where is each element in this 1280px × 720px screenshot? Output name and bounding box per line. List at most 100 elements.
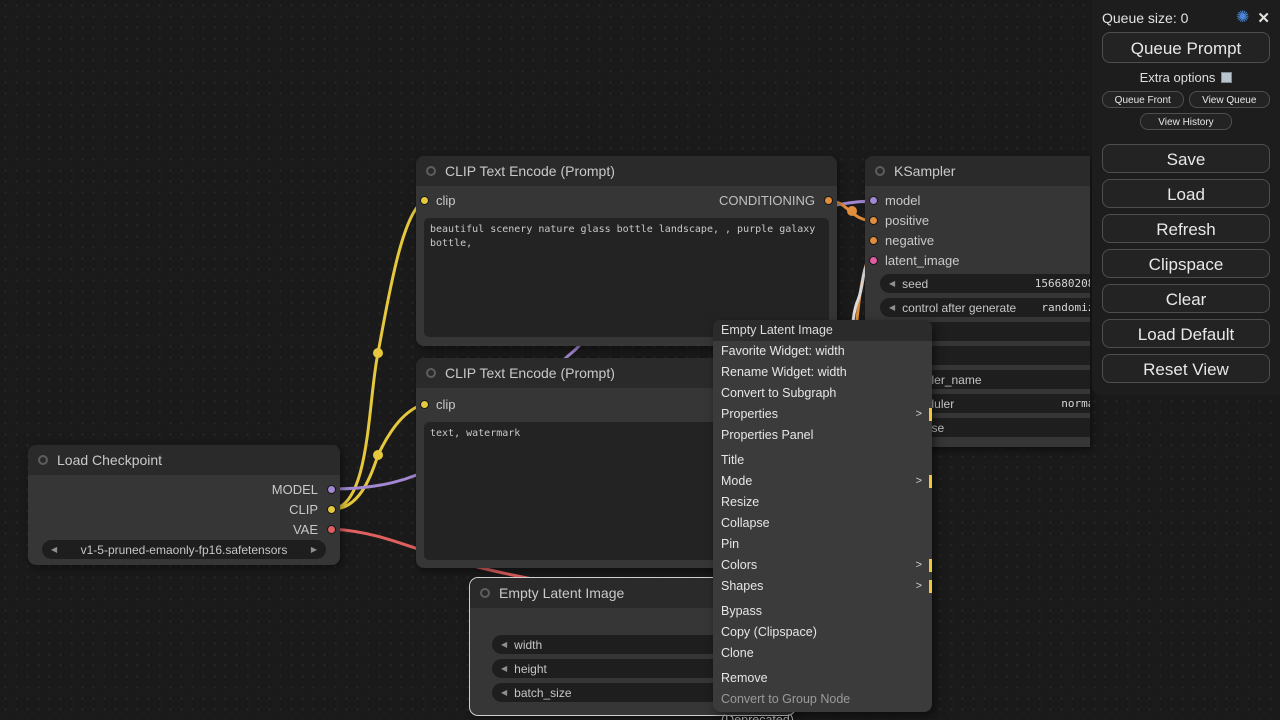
slot-positive-input-dot[interactable] [869,216,878,225]
menu-item-label: Convert to Subgraph [721,386,836,400]
prev-arrow-icon[interactable]: ◀ [889,303,895,312]
slot-clip-output-dot[interactable] [327,505,336,514]
close-icon[interactable]: ✕ [1257,11,1270,26]
menu-item-resize[interactable]: Resize [713,492,932,513]
menu-item-properties[interactable]: Properties > [713,404,932,425]
menu-item-label: Resize [721,495,759,509]
menu-item-convert-to-group-node[interactable]: Convert to Group Node (Deprecated) [713,689,932,710]
comfy-menu: Queue size: 0 ✺ ✕ Queue Prompt Extra opt… [1092,0,1280,395]
settings-gear-icon[interactable]: ✺ [1236,10,1249,26]
control-label: control after generate [902,301,1016,315]
collapse-dot[interactable] [38,455,48,465]
control-after-generate-widget[interactable]: ◀ control after generate randomize [880,298,1090,317]
collapse-dot[interactable] [426,166,436,176]
menu-item-pin[interactable]: Pin [713,534,932,555]
prev-arrow-icon[interactable]: ◀ [501,664,507,673]
menu-item-label: Remove [721,671,768,685]
menu-item-copy-clipspace[interactable]: Copy (Clipspace) [713,622,932,643]
menu-item-label: Clone [721,646,754,660]
slot-negative-input-label: negative [885,233,934,248]
height-label: height [514,662,547,676]
slot-clip-input-label: clip [436,397,456,412]
ckpt-name-widget[interactable]: ◀ v1-5-pruned-emaonly-fp16.safetensors ▶ [42,540,326,559]
node-title-bar[interactable]: Load Checkpoint [28,445,340,475]
menu-item-convert-to-subgraph[interactable]: Convert to Subgraph [713,383,932,404]
node-title: KSampler [894,163,955,179]
ckpt-name-value: v1-5-pruned-emaonly-fp16.safetensors [64,543,304,557]
submenu-arrow-icon: > [916,471,922,492]
slot-conditioning-output-label: CONDITIONING [719,193,815,208]
next-arrow-icon[interactable]: ▶ [311,545,317,554]
slot-vae-output-label: VAE [293,522,318,537]
node-title-bar[interactable]: CLIP Text Encode (Prompt) [416,156,837,186]
node-title: CLIP Text Encode (Prompt) [445,163,615,179]
prev-arrow-icon[interactable]: ◀ [501,688,507,697]
slot-model-output-label: MODEL [272,482,318,497]
comfyui-canvas[interactable]: Load Checkpoint MODEL CLIP VAE ◀ v1-5-pr… [0,0,1280,720]
link-dot [373,450,383,460]
seed-widget[interactable]: ◀ seed 1566802087 [880,274,1090,293]
menu-item-label: Rename Widget: width [721,365,847,379]
queue-front-button[interactable]: Queue Front [1102,91,1184,108]
slot-negative-input-dot[interactable] [869,236,878,245]
prev-arrow-icon[interactable]: ◀ [51,545,57,554]
collapse-dot[interactable] [875,166,885,176]
seed-value: 1566802087 [1035,277,1090,290]
node-title: Load Checkpoint [57,452,162,468]
menu-item-title[interactable]: Title [713,450,932,471]
submenu-arrow-icon: > [916,555,922,576]
context-menu: Empty Latent Image Favorite Widget: widt… [713,320,932,712]
node-title-bar[interactable]: KSampler [865,156,1090,186]
link-dot [847,206,857,216]
queue-prompt-button[interactable]: Queue Prompt [1102,32,1270,63]
view-queue-button[interactable]: View Queue [1189,91,1271,108]
menu-item-bypass[interactable]: Bypass [713,601,932,622]
slot-clip-input-dot[interactable] [420,196,429,205]
load-default-button[interactable]: Load Default [1102,319,1270,348]
view-history-button[interactable]: View History [1140,113,1232,130]
prev-arrow-icon[interactable]: ◀ [889,279,895,288]
menu-item-properties-panel[interactable]: Properties Panel [713,425,932,446]
slot-conditioning-output-dot[interactable] [824,196,833,205]
menu-item-label: Bypass [721,604,762,618]
slot-model-input-dot[interactable] [869,196,878,205]
submenu-tick [929,580,932,593]
slot-model-output-dot[interactable] [327,485,336,494]
prev-arrow-icon[interactable]: ◀ [501,640,507,649]
slot-clip-input-label: clip [436,193,456,208]
extra-options-checkbox[interactable] [1221,72,1232,83]
menu-item-label: Favorite Widget: width [721,344,845,358]
batch-size-label: batch_size [514,686,571,700]
menu-item-rename-widget[interactable]: Rename Widget: width [713,362,932,383]
submenu-arrow-icon: > [916,404,922,425]
menu-item-mode[interactable]: Mode > [713,471,932,492]
slot-clip-input-dot[interactable] [420,400,429,409]
slot-latent-input-label: latent_image [885,253,959,268]
reset-view-button[interactable]: Reset View [1102,354,1270,383]
menu-item-collapse[interactable]: Collapse [713,513,932,534]
node-title: CLIP Text Encode (Prompt) [445,365,615,381]
collapse-dot[interactable] [426,368,436,378]
menu-item-shapes[interactable]: Shapes > [713,576,932,597]
slot-latent-input-dot[interactable] [869,256,878,265]
load-button[interactable]: Load [1102,179,1270,208]
clear-button[interactable]: Clear [1102,284,1270,313]
menu-item-clone[interactable]: Clone [713,643,932,664]
refresh-button[interactable]: Refresh [1102,214,1270,243]
menu-item-label: Title [721,453,744,467]
menu-item-label: Copy (Clipspace) [721,625,817,639]
menu-item-label: Pin [721,537,739,551]
submenu-tick [929,475,932,488]
slot-vae-output-dot[interactable] [327,525,336,534]
save-button[interactable]: Save [1102,144,1270,173]
menu-item-colors[interactable]: Colors > [713,555,932,576]
node-load-checkpoint[interactable]: Load Checkpoint MODEL CLIP VAE ◀ v1-5-pr… [28,445,340,565]
menu-item-label: Colors [721,558,757,572]
node-clip-text-encode-positive[interactable]: CLIP Text Encode (Prompt) clip CONDITION… [416,156,837,346]
menu-item-favorite-widget[interactable]: Favorite Widget: width [713,341,932,362]
clipspace-button[interactable]: Clipspace [1102,249,1270,278]
queue-size-label: Queue size: 0 [1102,10,1228,26]
collapse-dot[interactable] [480,588,490,598]
control-value: randomize [1041,301,1090,314]
menu-item-remove[interactable]: Remove [713,668,932,689]
